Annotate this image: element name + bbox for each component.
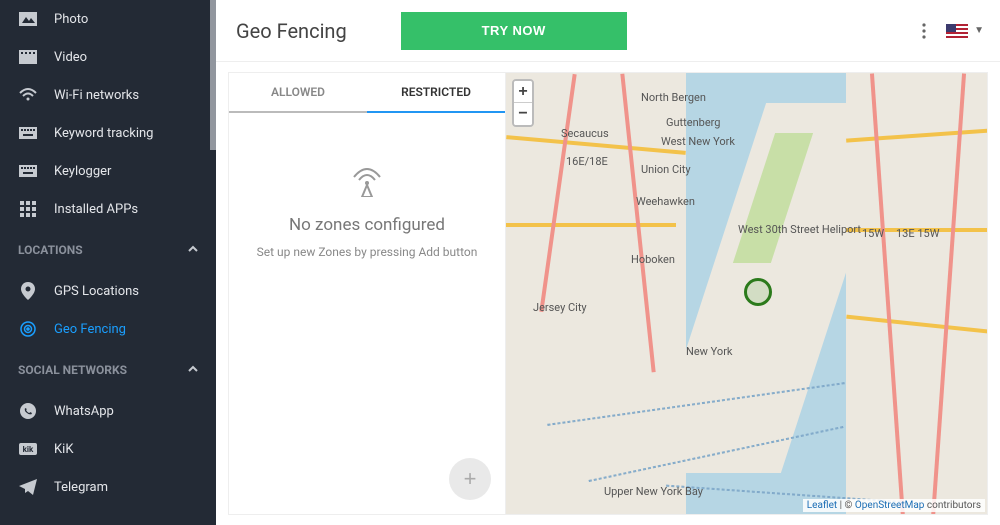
chevron-up-icon — [186, 362, 202, 378]
sidebar-item-label: WhatsApp — [54, 404, 114, 419]
video-icon — [18, 50, 38, 64]
main: Geo Fencing TRY NOW ▼ ALLOWED RESTRICTED — [216, 0, 1000, 525]
chevron-up-icon — [186, 242, 202, 258]
sidebar-item-label: Keyword tracking — [54, 126, 154, 141]
sidebar-item-keyword[interactable]: Keyword tracking — [0, 114, 216, 152]
sidebar-item-wifi[interactable]: Wi-Fi networks — [0, 76, 216, 114]
more-menu-button[interactable] — [912, 19, 936, 43]
sidebar-item-label: Video — [54, 50, 87, 65]
whatsapp-icon — [18, 402, 38, 420]
map-label: West 30th Street Heliport — [738, 223, 861, 236]
topbar: Geo Fencing TRY NOW ▼ — [216, 0, 1000, 62]
empty-state: No zones configured Set up new Zones by … — [229, 113, 505, 514]
section-label: LOCATIONS — [18, 243, 83, 257]
sidebar-top-list: Photo Video Wi-Fi networks Keyword track… — [0, 0, 216, 228]
map[interactable]: North Bergen Secaucus Guttenberg West New Y… — [506, 72, 988, 515]
content: ALLOWED RESTRICTED No zones configured S… — [216, 62, 1000, 525]
target-icon — [18, 320, 38, 338]
map-label: Hoboken — [631, 253, 675, 266]
sidebar-item-label: Geo Fencing — [54, 322, 126, 337]
plus-icon: + — [464, 466, 477, 492]
sidebar-item-label: Installed APPs — [54, 202, 138, 217]
sidebar-item-label: KiK — [54, 442, 73, 457]
telegram-icon — [18, 479, 38, 495]
sidebar-item-apps[interactable]: Installed APPs — [0, 190, 216, 228]
add-zone-button[interactable]: + — [449, 458, 491, 500]
map-label: Weehawken — [636, 195, 695, 208]
zoom-in-button[interactable]: + — [514, 81, 532, 103]
sidebar-item-photo[interactable]: Photo — [0, 0, 216, 38]
wifi-icon — [18, 88, 38, 102]
language-selector[interactable]: ▼ — [946, 24, 984, 38]
sidebar-item-label: Wi-Fi networks — [54, 88, 139, 103]
sidebar-item-label: Telegram — [54, 480, 108, 495]
osm-link[interactable]: OpenStreetMap — [855, 500, 925, 511]
antenna-icon — [350, 167, 384, 201]
sidebar-item-whatsapp[interactable]: WhatsApp — [0, 392, 216, 430]
pin-icon — [18, 282, 38, 300]
sidebar-item-gps[interactable]: GPS Locations — [0, 272, 216, 310]
sidebar-section-social[interactable]: SOCIAL NETWORKS — [0, 348, 216, 392]
kik-icon: kik — [18, 443, 38, 455]
section-label: SOCIAL NETWORKS — [18, 363, 127, 377]
keyboard-icon — [18, 127, 38, 139]
geofence-marker[interactable] — [744, 278, 772, 306]
leaflet-link[interactable]: Leaflet — [807, 500, 837, 511]
sidebar-item-telegram[interactable]: Telegram — [0, 468, 216, 506]
sidebar-social-list: WhatsApp kik KiK Telegram — [0, 392, 216, 506]
try-now-button[interactable]: TRY NOW — [401, 12, 627, 50]
map-label: New York — [686, 345, 733, 358]
sidebar-section-locations[interactable]: LOCATIONS — [0, 228, 216, 272]
map-label: Upper New York Bay — [604, 485, 703, 498]
sidebar-locations-list: GPS Locations Geo Fencing — [0, 272, 216, 348]
map-label: North Bergen — [641, 91, 706, 104]
zoom-out-button[interactable]: − — [514, 103, 532, 125]
map-label: Guttenberg — [666, 116, 720, 129]
tab-allowed[interactable]: ALLOWED — [229, 73, 367, 113]
us-flag-icon — [946, 24, 968, 38]
map-label: Jersey City — [533, 301, 587, 314]
grid-icon — [18, 201, 38, 217]
sidebar-item-geofencing[interactable]: Geo Fencing — [0, 310, 216, 348]
map-label: 13E 15W — [896, 227, 939, 240]
sidebar-item-kik[interactable]: kik KiK — [0, 430, 216, 468]
sidebar-item-label: Photo — [54, 12, 88, 27]
empty-subtitle: Set up new Zones by pressing Add button — [257, 245, 478, 259]
keyboard-icon — [18, 165, 38, 177]
zoom-control: + − — [512, 79, 534, 127]
map-attribution: Leaflet | © OpenStreetMap contributors — [803, 499, 985, 512]
empty-title: No zones configured — [289, 215, 445, 235]
zones-panel: ALLOWED RESTRICTED No zones configured S… — [228, 72, 506, 515]
zones-tabs: ALLOWED RESTRICTED — [229, 73, 505, 113]
sidebar-item-label: GPS Locations — [54, 284, 139, 299]
photo-icon — [18, 12, 38, 26]
map-label: Secaucus — [561, 127, 609, 140]
sidebar-scrollbar[interactable] — [210, 0, 216, 150]
tab-restricted[interactable]: RESTRICTED — [367, 73, 505, 113]
svg-text:kik: kik — [23, 445, 34, 454]
map-label: 16E/18E — [566, 155, 608, 168]
chevron-down-icon: ▼ — [974, 25, 984, 36]
map-label: Union City — [641, 163, 691, 176]
map-label: 15W — [862, 227, 884, 240]
sidebar-item-video[interactable]: Video — [0, 38, 216, 76]
page-title: Geo Fencing — [236, 19, 347, 43]
sidebar-item-label: Keylogger — [54, 164, 111, 179]
sidebar: Photo Video Wi-Fi networks Keyword track… — [0, 0, 216, 525]
map-label: West New York — [661, 135, 735, 148]
sidebar-item-keylogger[interactable]: Keylogger — [0, 152, 216, 190]
